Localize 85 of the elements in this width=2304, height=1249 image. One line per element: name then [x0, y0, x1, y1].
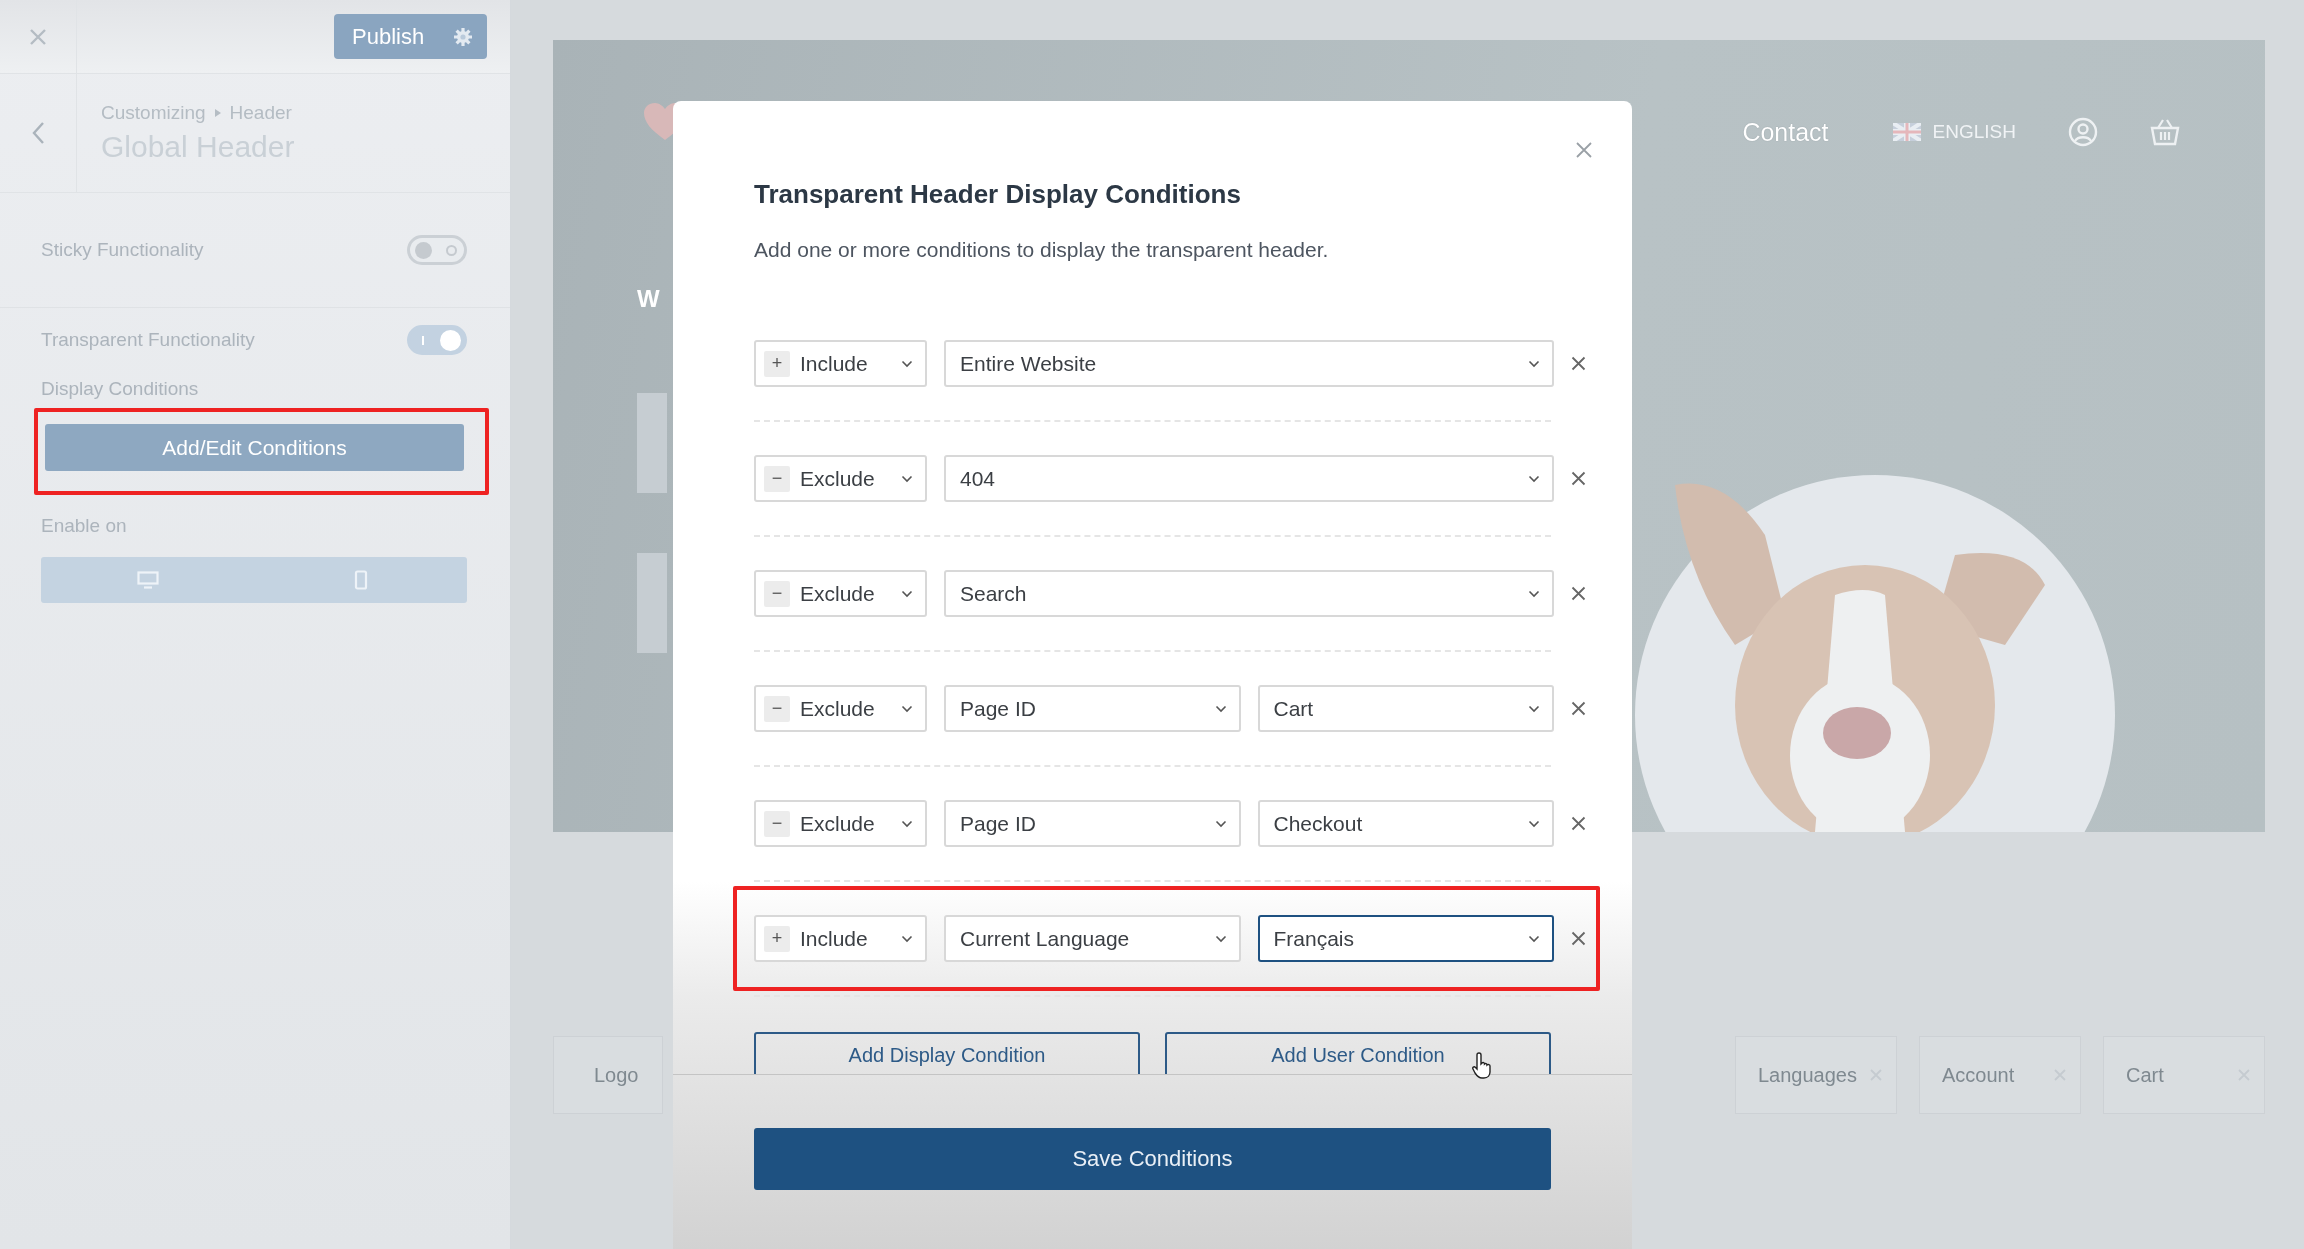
chip-label: Logo — [594, 1063, 639, 1087]
mode-value: Exclude — [800, 811, 876, 836]
mode-dropdown[interactable]: + Include — [754, 915, 927, 962]
value-text: Français — [1273, 926, 1356, 951]
chevron-icon — [901, 819, 913, 828]
save-conditions-button[interactable]: Save Conditions — [754, 1128, 1551, 1190]
section-label: Display Conditions — [40, 378, 200, 400]
chip-label: Account — [1942, 1063, 2015, 1087]
account-icon[interactable] — [2068, 117, 2098, 147]
chevron-icon — [901, 359, 913, 368]
chevron-icon — [1528, 704, 1540, 713]
rule-dropdown[interactable]: Search — [944, 570, 1554, 617]
mobile-icon[interactable] — [353, 570, 368, 590]
chevron-icon — [1528, 474, 1540, 483]
gear-icon[interactable] — [453, 26, 473, 47]
rule-value: 404 — [960, 466, 997, 491]
value-text: Cart — [1273, 696, 1315, 721]
flag-icon — [1892, 123, 1921, 141]
sign-badge: + — [764, 350, 790, 377]
chevron-icon — [1214, 934, 1227, 943]
mode-dropdown[interactable]: − Exclude — [754, 455, 927, 502]
mode-dropdown[interactable]: + Include — [754, 340, 927, 387]
chevron-icon — [1214, 819, 1227, 828]
chevron-icon — [901, 474, 913, 483]
mode-dropdown[interactable]: − Exclude — [754, 570, 927, 617]
chevron-icon — [1214, 704, 1227, 713]
rule-value: Search — [960, 581, 1028, 606]
mode-value: Exclude — [800, 581, 876, 606]
chevron-icon — [1528, 934, 1540, 943]
close-icon[interactable] — [1575, 141, 1593, 159]
remove-icon[interactable] — [1571, 356, 1586, 371]
remove-icon[interactable] — [1571, 931, 1586, 946]
sign-badge: − — [764, 465, 790, 492]
breadcrumb-item: Customizing — [101, 102, 206, 124]
chevron-icon — [901, 589, 913, 598]
mode-value: Exclude — [800, 696, 876, 721]
sign-badge: − — [764, 580, 790, 607]
mode-value: Include — [800, 926, 869, 951]
rule-dropdown[interactable]: Page ID — [944, 685, 1241, 732]
toggle-switch[interactable] — [407, 235, 467, 265]
value-dropdown[interactable]: Français — [1257, 915, 1554, 962]
hero-kicker: W — [637, 285, 660, 313]
chevron-icon — [1528, 589, 1540, 598]
rule-value: Page ID — [960, 696, 1037, 721]
desktop-icon[interactable] — [136, 571, 159, 589]
breadcrumb-item: Header — [229, 102, 292, 124]
rule-dropdown[interactable]: Current Language — [944, 915, 1241, 962]
triangle-icon — [213, 108, 222, 118]
setting-label: Sticky Functionality — [41, 239, 204, 261]
hand-cursor-icon — [1472, 1051, 1494, 1079]
dialog-description: Add one or more conditions to display the transparent header. — [754, 238, 1330, 262]
back-icon[interactable] — [31, 121, 45, 145]
section-label: Enable on — [40, 515, 128, 537]
close-icon[interactable] — [29, 27, 47, 46]
remove-icon[interactable] — [1571, 816, 1586, 831]
dialog-title: Transparent Header Display Conditions — [754, 179, 1242, 210]
remove-icon[interactable] — [1571, 586, 1586, 601]
chevron-icon — [1528, 819, 1540, 828]
rule-value: Current Language — [960, 926, 1131, 951]
value-text: Checkout — [1273, 811, 1364, 836]
remove-icon[interactable] — [1571, 471, 1586, 486]
rule-dropdown[interactable]: Page ID — [944, 800, 1241, 847]
remove-icon[interactable] — [1571, 701, 1586, 716]
sign-badge: − — [764, 695, 790, 722]
rule-value: Page ID — [960, 811, 1037, 836]
mode-dropdown[interactable]: − Exclude — [754, 800, 927, 847]
sign-badge: + — [764, 925, 790, 952]
rule-value: Entire Website — [960, 351, 1098, 376]
toggle-switch[interactable] — [407, 325, 467, 355]
basket-icon[interactable] — [2150, 118, 2180, 146]
mode-value: Exclude — [800, 466, 876, 491]
mode-value: Include — [800, 351, 869, 376]
sign-badge: − — [764, 810, 790, 837]
add-condition-button[interactable]: Add Display Condition — [754, 1032, 1140, 1074]
chevron-icon — [901, 934, 913, 943]
rule-dropdown[interactable]: 404 — [944, 455, 1554, 502]
setting-label: Transparent Functionality — [41, 329, 255, 351]
rule-dropdown[interactable]: Entire Website — [944, 340, 1554, 387]
chevron-icon — [901, 704, 913, 713]
value-dropdown[interactable]: Checkout — [1257, 800, 1554, 847]
chip-label: Cart — [2126, 1063, 2164, 1087]
mode-dropdown[interactable]: − Exclude — [754, 685, 927, 732]
chevron-icon — [1528, 359, 1540, 368]
value-dropdown[interactable]: Cart — [1257, 685, 1554, 732]
chip-label: Languages — [1758, 1063, 1857, 1087]
